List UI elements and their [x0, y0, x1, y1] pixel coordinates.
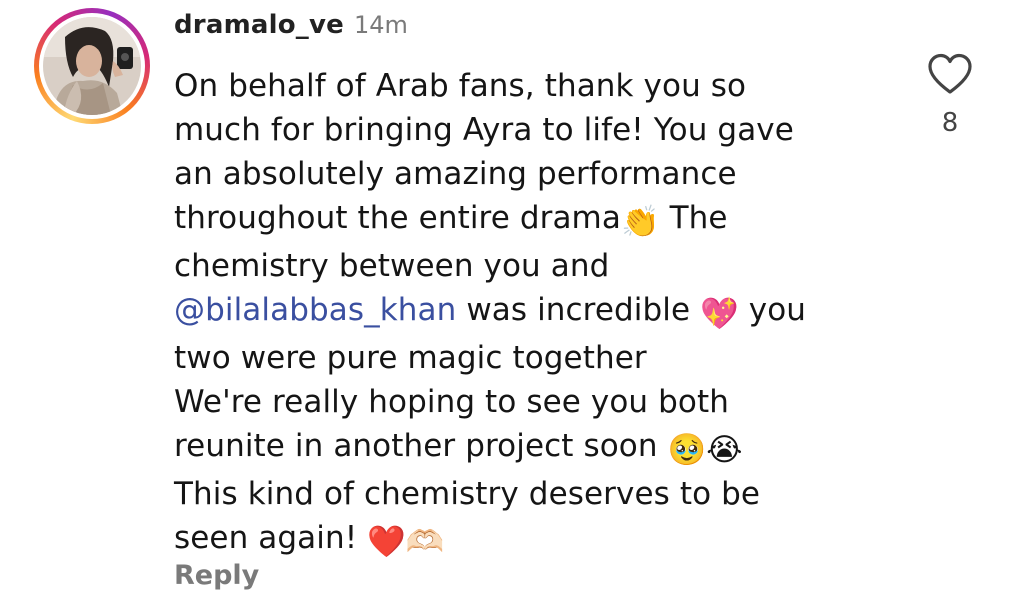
- loudly-crying-emoji: 😭: [706, 432, 743, 468]
- comment-line: We're really hoping to see you both: [174, 380, 894, 424]
- heart-outline-icon[interactable]: [926, 52, 974, 96]
- reply-button[interactable]: Reply: [174, 560, 259, 591]
- heart-hands-emoji: 🫶🏻: [405, 524, 445, 560]
- mention-link[interactable]: @bilalabbas_khan: [174, 292, 456, 328]
- comment-text-segment: On behalf of Arab fans, thank you so: [174, 68, 747, 104]
- comment-line: seen again! ❤️🫶🏻: [174, 516, 894, 564]
- comment-text-segment: was incredible: [456, 292, 701, 328]
- comment-body: dramalo_ve 14m On behalf of Arab fans, t…: [174, 10, 894, 564]
- comment-text-segment: you: [738, 292, 807, 328]
- comment-text-segment: much for bringing Ayra to life! You gave: [174, 112, 794, 148]
- comment-line: throughout the entire drama👏 The: [174, 196, 894, 244]
- holding-back-tears-emoji: 🥹: [667, 432, 707, 468]
- red-heart-emoji: ❤️: [367, 524, 406, 560]
- timestamp: 14m: [353, 11, 408, 39]
- sparkling-heart-emoji: 💖: [700, 296, 739, 332]
- like-section: 8: [924, 52, 976, 138]
- comment-line: This kind of chemistry deserves to be: [174, 472, 894, 516]
- comment-line: On behalf of Arab fans, thank you so: [174, 64, 894, 108]
- comment-line: much for bringing Ayra to life! You gave: [174, 108, 894, 152]
- comment-text-segment: reunite in another project soon: [174, 428, 668, 464]
- clapping-hands-emoji: 👏: [620, 204, 660, 240]
- like-count: 8: [941, 108, 959, 138]
- avatar: [43, 17, 141, 115]
- comment-line: reunite in another project soon 🥹😭: [174, 424, 894, 472]
- comment-line: @bilalabbas_khan was incredible 💖 you: [174, 288, 894, 336]
- avatar-story-ring[interactable]: [34, 8, 150, 124]
- comment-text-segment: We're really hoping to see you both: [174, 384, 729, 420]
- comment-text-segment: two were pure magic together: [174, 340, 647, 376]
- comment-header: dramalo_ve 14m: [174, 10, 894, 50]
- comment-line: an absolutely amazing performance: [174, 152, 894, 196]
- comment-text-segment: The: [659, 200, 728, 236]
- comment-text-segment: an absolutely amazing performance: [174, 156, 737, 192]
- avatar-gap: [39, 13, 145, 119]
- comment-line: two were pure magic together: [174, 336, 894, 380]
- comment-text-segment: seen again!: [174, 520, 368, 556]
- comment-text-segment: throughout the entire drama: [174, 200, 621, 236]
- comment-line: chemistry between you and: [174, 244, 894, 288]
- comment-text-segment: This kind of chemistry deserves to be: [174, 476, 761, 512]
- comment-text: On behalf of Arab fans, thank you so muc…: [174, 64, 894, 564]
- username[interactable]: dramalo_ve: [174, 10, 344, 40]
- comment-text-segment: chemistry between you and: [174, 248, 610, 284]
